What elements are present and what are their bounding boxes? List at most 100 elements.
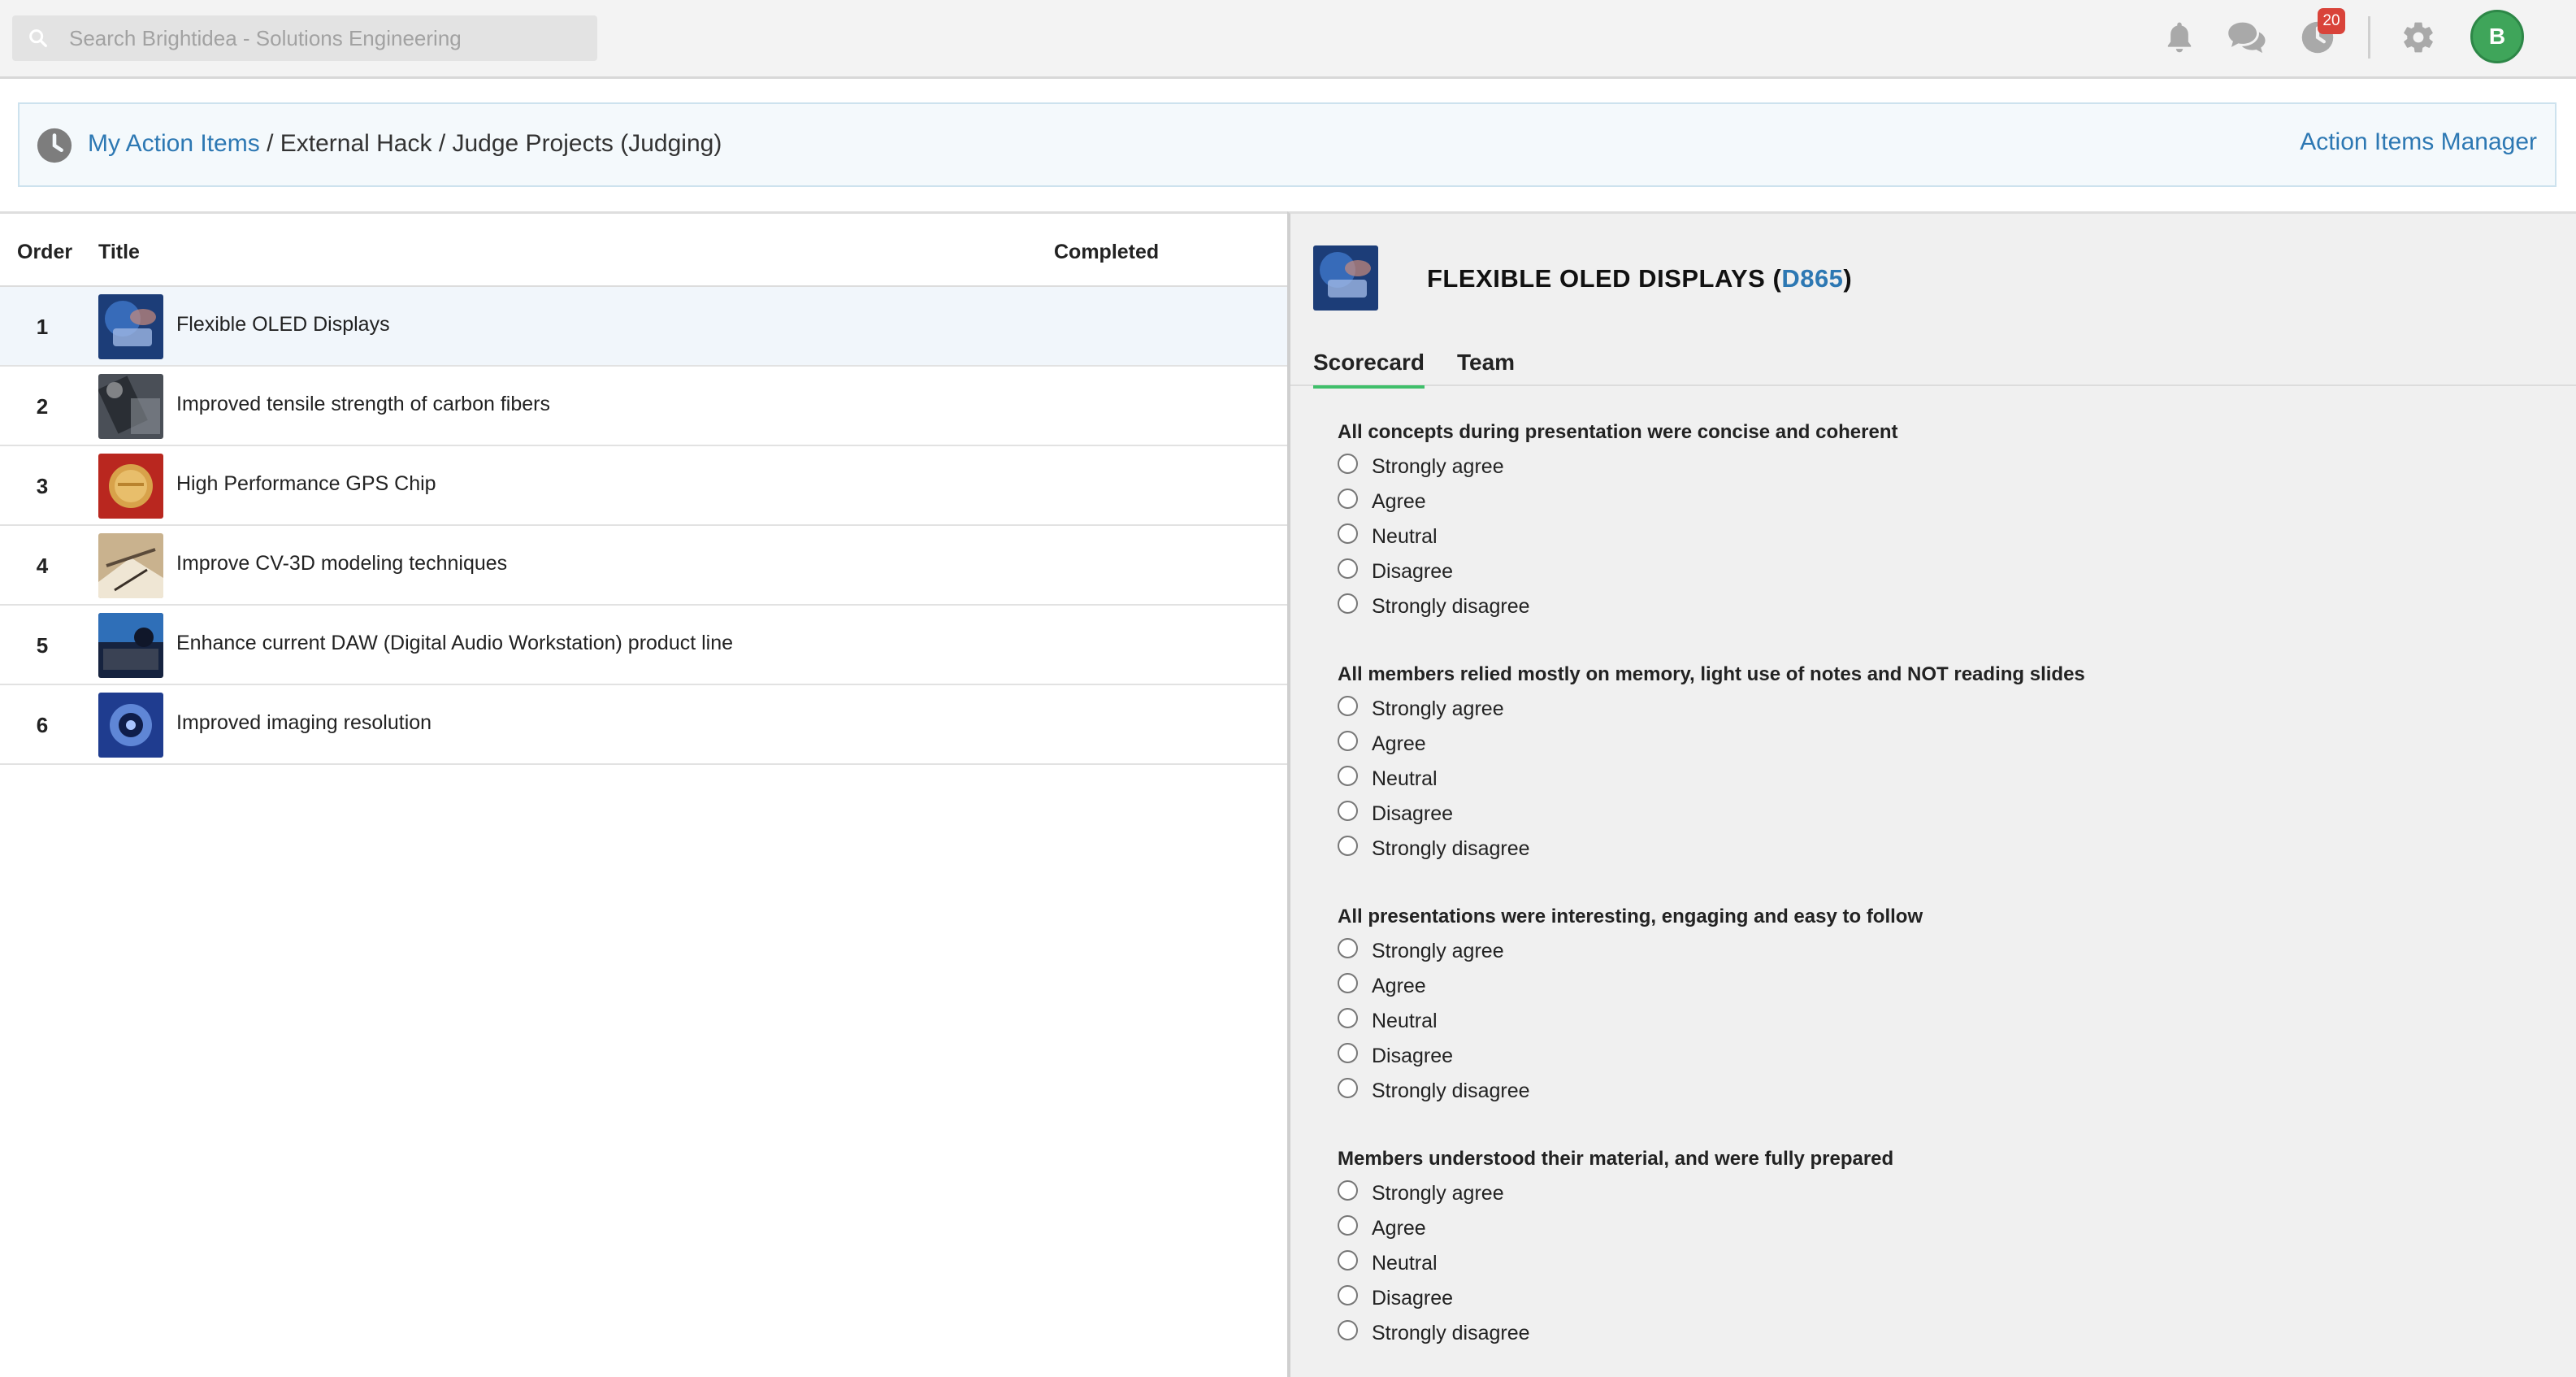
option-label[interactable]: Strongly agree (1372, 1182, 1504, 1205)
bell-icon[interactable] (2158, 16, 2201, 59)
scorecard-question: All concepts during presentation were co… (1338, 420, 2540, 624)
notification-badge: 20 (2318, 8, 2345, 34)
option-label[interactable]: Strongly disagree (1372, 595, 1530, 619)
option-label[interactable]: Agree (1372, 732, 1426, 756)
column-header-completed[interactable]: Completed (1054, 241, 1159, 264)
detail-tabs: Scorecard Team (1290, 344, 2576, 389)
option-label[interactable]: Agree (1372, 490, 1426, 514)
option-label[interactable]: Strongly agree (1372, 697, 1504, 721)
row-title: Improve CV-3D modeling techniques (176, 552, 508, 575)
option-label[interactable]: Strongly agree (1372, 455, 1504, 479)
answer-option[interactable]: Neutral (1338, 1004, 2540, 1039)
radio-button[interactable] (1338, 558, 1358, 579)
option-label[interactable]: Neutral (1372, 1252, 1438, 1275)
option-label[interactable]: Strongly disagree (1372, 1322, 1530, 1345)
search-input[interactable] (69, 15, 581, 61)
answer-option[interactable]: Strongly agree (1338, 1176, 2540, 1211)
answer-option[interactable]: Strongly agree (1338, 450, 2540, 484)
radio-button[interactable] (1338, 836, 1358, 856)
radio-button[interactable] (1338, 454, 1358, 474)
table-row[interactable]: 1 Flexible OLED Displays (0, 287, 1287, 367)
radio-button[interactable] (1338, 696, 1358, 716)
option-label[interactable]: Disagree (1372, 560, 1453, 584)
column-header-order[interactable]: Order (17, 241, 72, 264)
table-row[interactable]: 4 Improve CV-3D modeling techniques (0, 526, 1287, 606)
answer-option[interactable]: Neutral (1338, 519, 2540, 554)
answer-option[interactable]: Strongly agree (1338, 692, 2540, 727)
radio-button[interactable] (1338, 938, 1358, 958)
row-title: High Performance GPS Chip (176, 472, 436, 495)
radio-button[interactable] (1338, 1043, 1358, 1063)
row-order: 4 (36, 554, 49, 578)
option-label[interactable]: Disagree (1372, 1287, 1453, 1310)
avatar[interactable]: B (2470, 10, 2524, 63)
radio-button[interactable] (1338, 1285, 1358, 1305)
option-label[interactable]: Strongly disagree (1372, 1079, 1530, 1103)
row-order: 6 (36, 713, 49, 737)
radio-button[interactable] (1338, 489, 1358, 509)
radio-button[interactable] (1338, 1320, 1358, 1340)
option-label[interactable]: Neutral (1372, 525, 1438, 549)
detail-pane: FLEXIBLE OLED DISPLAYS (D865) Scorecard … (1287, 211, 2576, 1377)
tab-team[interactable]: Team (1457, 350, 1515, 385)
action-items-manager-link[interactable]: Action Items Manager (2300, 128, 2537, 156)
answer-option[interactable]: Disagree (1338, 1281, 2540, 1316)
chat-icon[interactable] (2224, 16, 2273, 59)
radio-button[interactable] (1338, 1180, 1358, 1201)
scorecard-question: Members understood their material, and w… (1338, 1147, 2540, 1351)
project-code-link[interactable]: D865 (1781, 264, 1843, 293)
clock-icon (37, 128, 72, 163)
answer-option[interactable]: Neutral (1338, 1246, 2540, 1281)
radio-button[interactable] (1338, 731, 1358, 751)
project-thumbnail (98, 533, 163, 598)
option-label[interactable]: Neutral (1372, 1010, 1438, 1033)
breadcrumb-my-action-items-link[interactable]: My Action Items (88, 130, 260, 157)
answer-option[interactable]: Agree (1338, 969, 2540, 1004)
answer-option[interactable]: Strongly disagree (1338, 1074, 2540, 1109)
answer-option[interactable]: Strongly disagree (1338, 589, 2540, 624)
row-order: 3 (36, 474, 49, 498)
option-label[interactable]: Agree (1372, 975, 1426, 998)
radio-button[interactable] (1338, 1008, 1358, 1028)
radio-button[interactable] (1338, 766, 1358, 786)
tab-scorecard[interactable]: Scorecard (1313, 350, 1425, 389)
row-order: 1 (36, 315, 49, 339)
answer-option[interactable]: Agree (1338, 484, 2540, 519)
radio-button[interactable] (1338, 801, 1358, 821)
answer-option[interactable]: Agree (1338, 1211, 2540, 1246)
option-label[interactable]: Strongly disagree (1372, 837, 1530, 861)
option-label[interactable]: Neutral (1372, 767, 1438, 791)
radio-button[interactable] (1338, 1250, 1358, 1271)
radio-button[interactable] (1338, 523, 1358, 544)
table-row[interactable]: 2 Improved tensile strength of carbon fi… (0, 367, 1287, 446)
radio-button[interactable] (1338, 973, 1358, 993)
radio-button[interactable] (1338, 593, 1358, 614)
option-label[interactable]: Disagree (1372, 1045, 1453, 1068)
table-row[interactable]: 6 Improved imaging resolution (0, 685, 1287, 765)
question-text: Members understood their material, and w… (1338, 1148, 1894, 1170)
radio-button[interactable] (1338, 1215, 1358, 1236)
answer-option[interactable]: Agree (1338, 727, 2540, 762)
answer-option[interactable]: Disagree (1338, 1039, 2540, 1074)
answer-option[interactable]: Disagree (1338, 797, 2540, 832)
breadcrumb: My Action Items / External Hack / Judge … (88, 130, 722, 158)
radio-button[interactable] (1338, 1078, 1358, 1098)
answer-option[interactable]: Neutral (1338, 762, 2540, 797)
table-row[interactable]: 5 Enhance current DAW (Digital Audio Wor… (0, 606, 1287, 685)
answer-option[interactable]: Strongly agree (1338, 934, 2540, 969)
scorecard-question: All members relied mostly on memory, lig… (1338, 662, 2540, 867)
option-label[interactable]: Agree (1372, 1217, 1426, 1240)
search-box[interactable] (12, 15, 597, 61)
project-thumbnail (1313, 245, 1378, 311)
column-header-title[interactable]: Title (98, 241, 140, 264)
answer-option[interactable]: Disagree (1338, 554, 2540, 589)
question-text: All concepts during presentation were co… (1338, 421, 1898, 443)
breadcrumb-path: / External Hack / Judge Projects (Judgin… (259, 130, 722, 157)
option-label[interactable]: Disagree (1372, 802, 1453, 826)
answer-option[interactable]: Strongly disagree (1338, 1316, 2540, 1351)
option-label[interactable]: Strongly agree (1372, 940, 1504, 963)
table-row[interactable]: 3 High Performance GPS Chip (0, 446, 1287, 526)
table-header: Order Title Completed (0, 214, 1287, 287)
answer-option[interactable]: Strongly disagree (1338, 832, 2540, 867)
gear-icon[interactable] (2397, 16, 2439, 59)
